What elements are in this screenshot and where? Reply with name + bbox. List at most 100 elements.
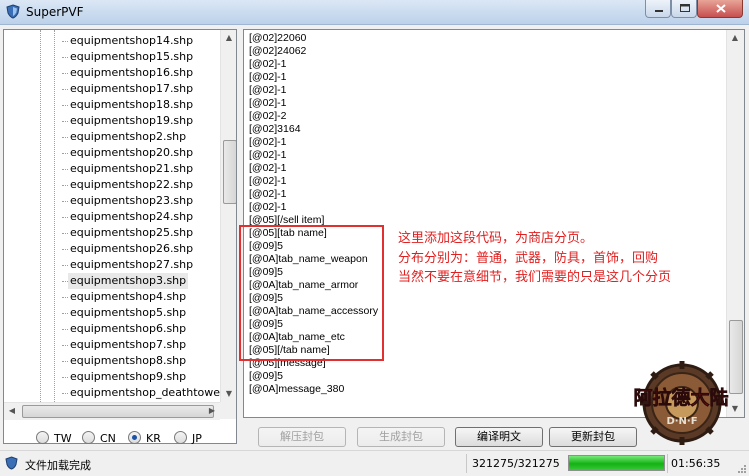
scroll-left-arrow-icon[interactable]: ◀ bbox=[4, 403, 20, 419]
tree-item[interactable]: equipmentshop6.shp bbox=[68, 321, 188, 337]
code-line: [@02]-1 bbox=[249, 84, 287, 96]
code-line: [@0A]tab_name_armor bbox=[249, 279, 359, 291]
radio-label: JP bbox=[192, 432, 202, 445]
status-time: 01:56:35 bbox=[671, 457, 721, 470]
code-line: [@0A]message_380 bbox=[249, 383, 345, 395]
tree-item[interactable]: equipmentshop14.shp bbox=[68, 33, 195, 49]
region-radio-tw[interactable]: TW bbox=[36, 431, 72, 445]
code-line: [@02]-1 bbox=[249, 136, 287, 148]
resize-grip-icon[interactable] bbox=[737, 464, 747, 474]
annotation-line: 分布分别为：普通，武器，防具，首饰，回购 bbox=[398, 250, 659, 266]
radio-icon bbox=[174, 431, 187, 444]
radio-icon bbox=[82, 431, 95, 444]
maximize-icon bbox=[680, 4, 690, 12]
progress-bar-fill bbox=[569, 456, 664, 470]
region-radio-jp[interactable]: JP bbox=[174, 431, 202, 445]
tree-item[interactable]: equipmentshop_deathtower.sh bbox=[68, 385, 220, 401]
annotation-line: 当然不要在意细节，我们需要的只是这几个分页 bbox=[398, 270, 672, 285]
tree-item[interactable]: equipmentshop5.shp bbox=[68, 305, 188, 321]
code-line: [@0A]tab_name_weapon bbox=[249, 253, 368, 265]
radio-label: KR bbox=[146, 432, 161, 445]
code-line: [@02]-1 bbox=[249, 97, 287, 109]
region-radio-cn[interactable]: CN bbox=[82, 431, 116, 445]
file-tree[interactable]: equipmentshop14.shp equipmentshop15.shp eq… bbox=[3, 29, 237, 444]
tree-horizontal-scrollbar[interactable]: ◀ ▶ bbox=[4, 402, 220, 420]
tree-item[interactable]: equipmentshop2.shp bbox=[68, 129, 188, 145]
tree-item[interactable]: equipmentshop24.shp bbox=[68, 209, 195, 225]
file-tree-list: equipmentshop14.shp equipmentshop15.shp eq… bbox=[4, 30, 220, 402]
title-bar[interactable]: SuperPVF bbox=[0, 0, 749, 25]
minimize-icon bbox=[655, 10, 663, 12]
tree-item[interactable]: equipmentshop26.shp bbox=[68, 241, 195, 257]
code-line: [@02]3164 bbox=[249, 123, 301, 135]
tree-guide-line bbox=[54, 30, 55, 402]
logo-subtitle: D·N·F bbox=[666, 416, 697, 427]
code-line: [@02]-1 bbox=[249, 71, 287, 83]
tree-item[interactable]: equipmentshop4.shp bbox=[68, 289, 188, 305]
scrollbar-thumb[interactable] bbox=[22, 405, 214, 418]
minimize-button[interactable] bbox=[645, 0, 671, 18]
tree-item[interactable]: equipmentshop8.shp bbox=[68, 353, 188, 369]
tree-item[interactable]: equipmentshop18.shp bbox=[68, 97, 195, 113]
tree-vertical-scrollbar[interactable]: ▲ ▼ bbox=[220, 30, 236, 402]
status-bar: 文件加载完成 321275/321275 01:56:35 bbox=[0, 450, 749, 476]
code-line: [@09]5 bbox=[249, 266, 284, 278]
compile-plaintext-button[interactable]: 编译明文 bbox=[455, 427, 543, 447]
tree-item[interactable]: equipmentshop27.shp bbox=[68, 257, 195, 273]
region-radio-kr[interactable]: KR bbox=[128, 431, 161, 445]
scrollbar-thumb[interactable] bbox=[223, 140, 236, 204]
status-progress-count: 321275/321275 bbox=[472, 457, 560, 470]
tree-item[interactable]: equipmentshop9.shp bbox=[68, 369, 188, 385]
maximize-button[interactable] bbox=[671, 0, 697, 18]
tree-item[interactable]: equipmentshop7.shp bbox=[68, 337, 188, 353]
unpack-button[interactable]: 解压封包 bbox=[258, 427, 346, 447]
code-line: [@09]5 bbox=[249, 292, 284, 304]
radio-label: TW bbox=[54, 432, 72, 445]
tree-item[interactable]: equipmentshop17.shp bbox=[68, 81, 195, 97]
client-area: equipmentshop14.shp equipmentshop15.shp eq… bbox=[0, 25, 749, 450]
tree-item[interactable]: equipmentshop16.shp bbox=[68, 65, 195, 81]
code-line: [@02]24062 bbox=[249, 45, 307, 57]
code-line: [@02]-1 bbox=[249, 188, 287, 200]
tree-item[interactable]: equipmentshop15.shp bbox=[68, 49, 195, 65]
scroll-up-arrow-icon[interactable]: ▲ bbox=[221, 30, 236, 46]
code-line: [@09]5 bbox=[249, 370, 284, 382]
scroll-up-arrow-icon[interactable]: ▲ bbox=[727, 30, 743, 46]
close-button[interactable] bbox=[697, 0, 743, 18]
shield-icon bbox=[5, 456, 18, 470]
tree-item[interactable]: equipmentshop20.shp bbox=[68, 145, 195, 161]
code-line: [@05][/sell item] bbox=[249, 214, 325, 226]
progress-bar bbox=[568, 455, 665, 471]
code-line: [@05][/tab name] bbox=[249, 344, 330, 356]
radio-icon bbox=[36, 431, 49, 444]
code-line: [@0A]tab_name_accessory bbox=[249, 305, 379, 317]
tree-item[interactable]: equipmentshop21.shp bbox=[68, 161, 195, 177]
code-line: [@0A]tab_name_etc bbox=[249, 331, 345, 343]
dnf-logo: 阿拉德大陆 D·N·F bbox=[633, 361, 729, 445]
code-line: [@02]-1 bbox=[249, 162, 287, 174]
tree-item[interactable]: equipmentshop3.shp bbox=[68, 273, 189, 289]
code-line: [@09]5 bbox=[249, 240, 284, 252]
code-line: [@05][tab name] bbox=[249, 227, 327, 239]
scroll-down-arrow-icon[interactable]: ▼ bbox=[221, 386, 236, 402]
code-line: [@05][message] bbox=[249, 357, 326, 369]
status-separator bbox=[667, 454, 668, 473]
tree-item[interactable]: equipmentshop19.shp bbox=[68, 113, 195, 129]
code-line: [@02]-1 bbox=[249, 201, 287, 213]
annotation-text: 这里添加这段代码，为商店分页。 分布分别为：普通，武器，防具，首饰，回购 当然不… bbox=[398, 229, 671, 288]
status-message: 文件加载完成 bbox=[25, 459, 91, 472]
build-package-button[interactable]: 生成封包 bbox=[357, 427, 445, 447]
logo-title: 阿拉德大陆 bbox=[633, 386, 728, 409]
tree-item[interactable]: equipmentshop23.shp bbox=[68, 193, 195, 209]
window-title: SuperPVF bbox=[26, 5, 84, 19]
radio-selected-icon bbox=[128, 431, 141, 444]
scroll-right-arrow-icon[interactable]: ▶ bbox=[204, 403, 220, 419]
code-line: [@02]-1 bbox=[249, 58, 287, 70]
tree-item[interactable]: equipmentshop25.shp bbox=[68, 225, 195, 241]
code-line: [@02]-2 bbox=[249, 110, 287, 122]
code-line: [@02]-1 bbox=[249, 175, 287, 187]
tree-item[interactable]: equipmentshop22.shp bbox=[68, 177, 195, 193]
code-line: [@09]5 bbox=[249, 318, 284, 330]
code-line: [@02]22060 bbox=[249, 32, 307, 44]
code-line: [@02]-1 bbox=[249, 149, 287, 161]
